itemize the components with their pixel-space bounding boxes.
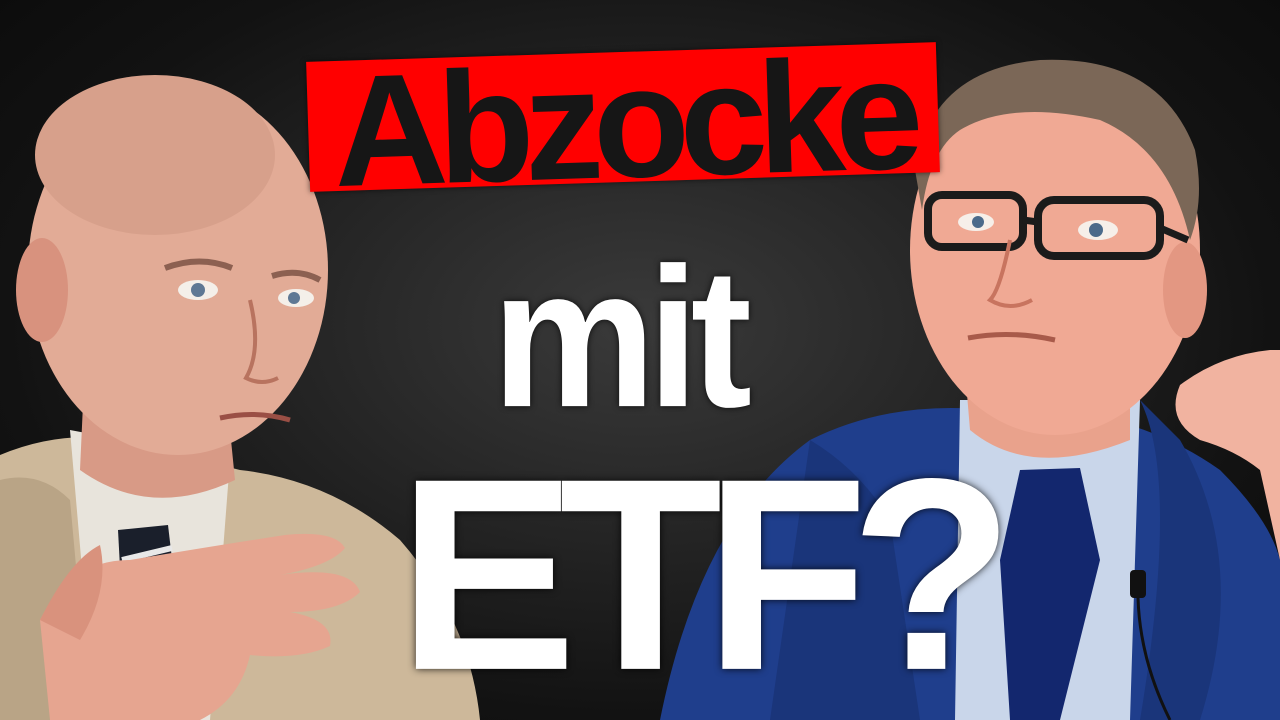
thumbnail-stage: Abzocke mit ETF? [0, 0, 1280, 720]
headline-abzocke: Abzocke [306, 26, 940, 220]
headline-mit: mit [492, 225, 752, 449]
headline-etf: ETF? [398, 421, 1014, 720]
